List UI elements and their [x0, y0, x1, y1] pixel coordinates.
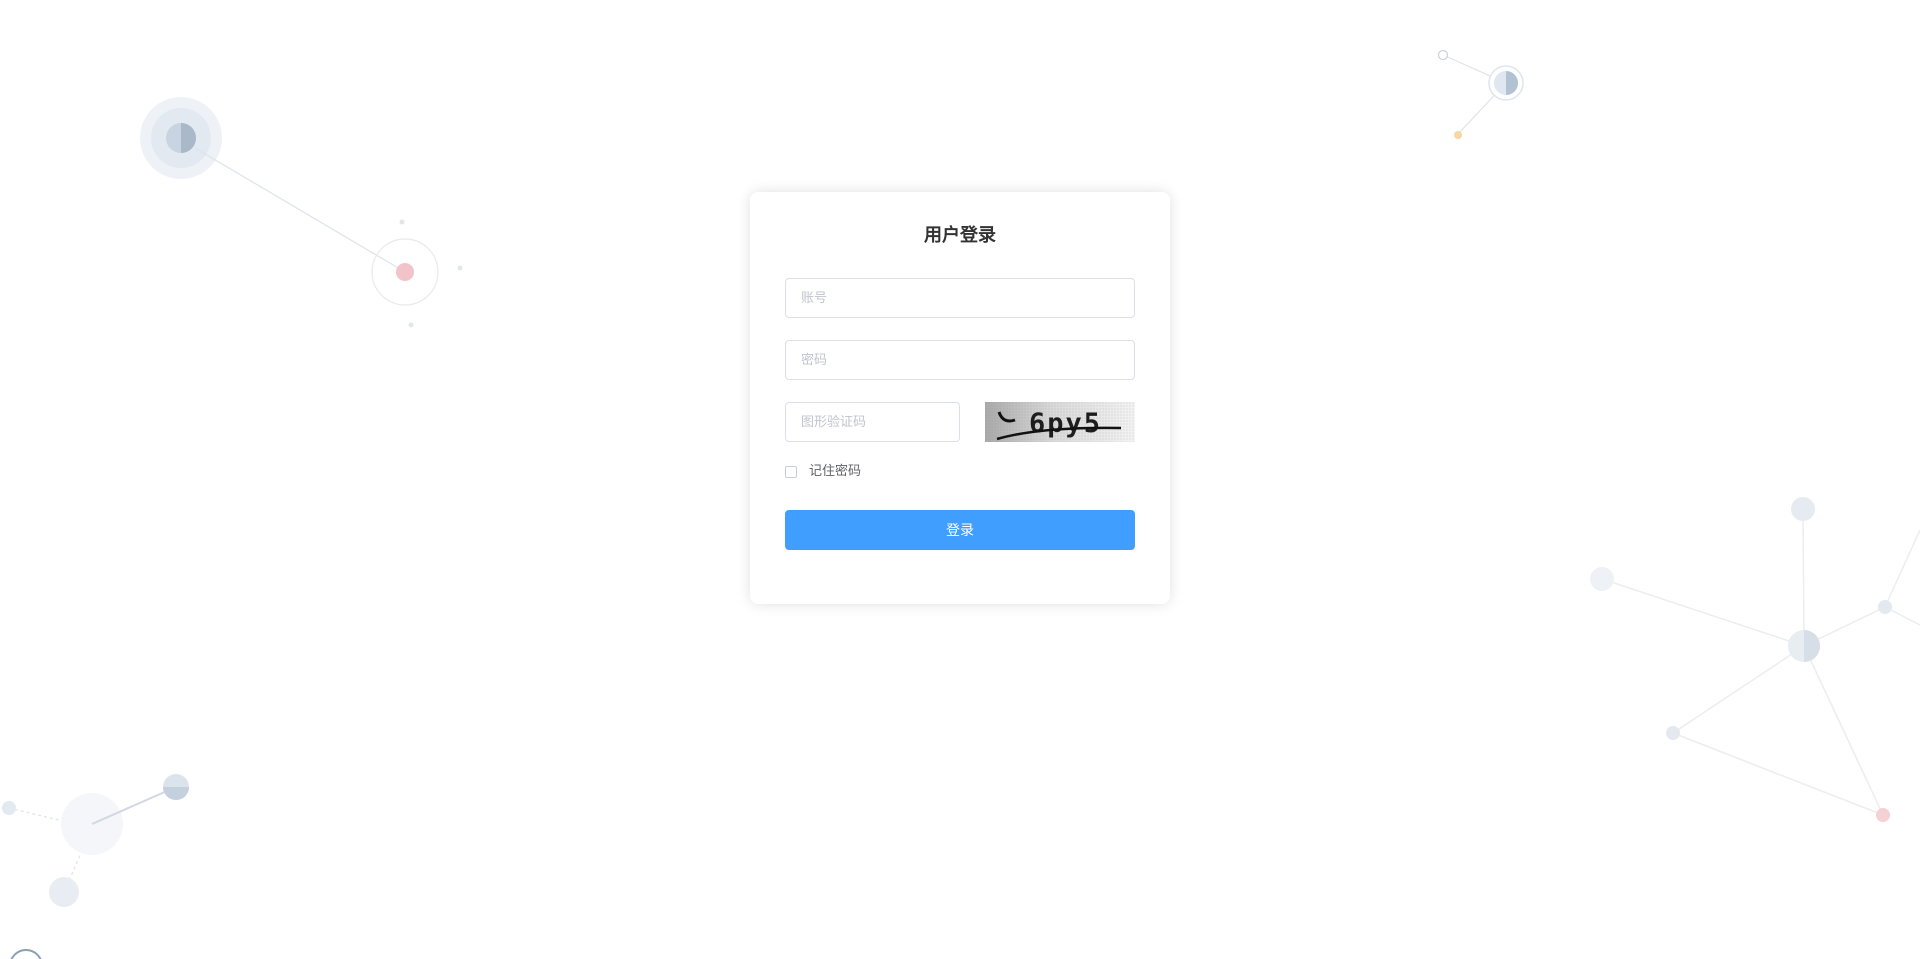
top-right-molecule-decoration	[1437, 49, 1524, 139]
top-left-molecule-decoration	[140, 97, 463, 328]
account-input[interactable]	[786, 279, 1134, 317]
bottom-left-molecule-decoration	[2, 774, 189, 959]
remember-password-option[interactable]: 记住密码	[785, 464, 1135, 480]
remember-password-label: 记住密码	[809, 464, 862, 479]
login-button[interactable]: 登录	[785, 510, 1135, 550]
password-input[interactable]	[786, 341, 1134, 379]
remember-password-checkbox[interactable]	[785, 466, 797, 478]
captcha-row: 6py5	[785, 402, 1135, 442]
captcha-image[interactable]: 6py5	[985, 402, 1135, 442]
account-field[interactable]	[785, 278, 1135, 318]
captcha-input[interactable]	[786, 403, 959, 441]
login-card: 用户登录 6py5	[750, 192, 1170, 604]
password-field[interactable]	[785, 340, 1135, 380]
captcha-text: 6py5	[1029, 408, 1102, 439]
login-title: 用户登录	[924, 225, 996, 246]
right-network-decoration	[1590, 497, 1920, 822]
captcha-field[interactable]	[785, 402, 960, 442]
